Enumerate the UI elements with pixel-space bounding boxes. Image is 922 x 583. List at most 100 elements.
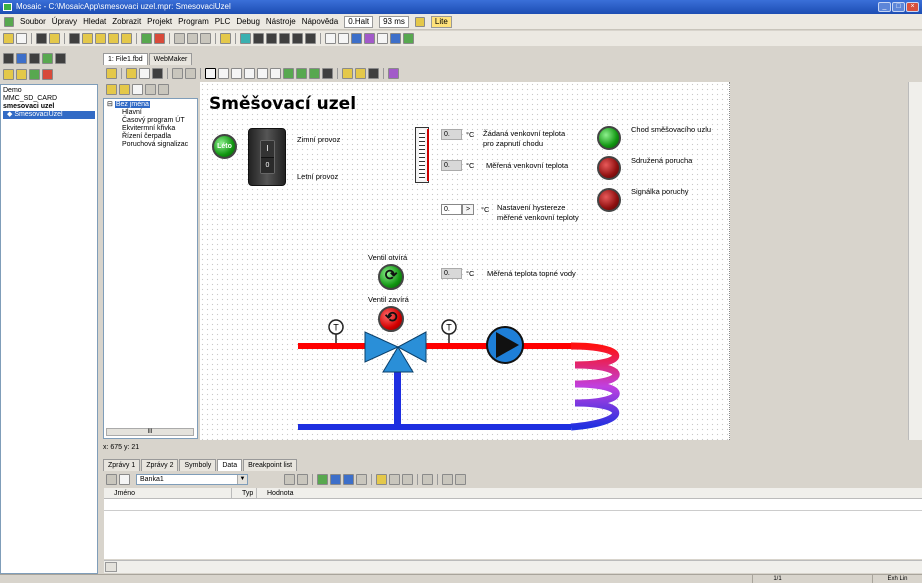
panel-icon-1[interactable]: [253, 33, 264, 44]
menu-projekt[interactable]: Projekt: [147, 17, 172, 26]
data-add-var-icon[interactable]: [330, 474, 341, 485]
open-icon[interactable]: [3, 33, 14, 44]
wm-zoom-icon[interactable]: [139, 68, 150, 79]
transfer-icon[interactable]: [121, 33, 132, 44]
step-over-icon[interactable]: [187, 33, 198, 44]
proj-icon-1[interactable]: [3, 53, 14, 64]
menu-debug[interactable]: Debug: [236, 17, 260, 26]
data-add-icon[interactable]: [317, 474, 328, 485]
data-grid-hscroll[interactable]: [104, 560, 922, 573]
align-icon[interactable]: [342, 68, 353, 79]
page-tree-root[interactable]: ⊟ Bez jména: [107, 101, 194, 109]
undo-icon[interactable]: [172, 68, 183, 79]
menu-upravy[interactable]: Úpravy: [52, 17, 77, 26]
page-copy-icon[interactable]: [132, 84, 143, 95]
panel-icon-4[interactable]: [292, 33, 303, 44]
webmaker-canvas[interactable]: Směšovací uzel Léto I 0 Zimní provoz Let…: [200, 82, 730, 440]
lamp-tool-icon[interactable]: [283, 68, 294, 79]
graph-icon[interactable]: [403, 33, 414, 44]
switch-tool-icon[interactable]: [309, 68, 320, 79]
data-add-list-icon[interactable]: [343, 474, 354, 485]
panel-icon-3[interactable]: [279, 33, 290, 44]
page-add-icon[interactable]: [106, 84, 117, 95]
project-icon[interactable]: [69, 33, 80, 44]
info-icon[interactable]: [388, 68, 399, 79]
data-copy-icon[interactable]: [356, 474, 367, 485]
upload-icon[interactable]: [95, 33, 106, 44]
menu-plc[interactable]: PLC: [215, 17, 231, 26]
data-up-icon[interactable]: [284, 474, 295, 485]
proj-icon-2[interactable]: [16, 53, 27, 64]
gauge-tool-icon[interactable]: [322, 68, 333, 79]
tab-webmaker[interactable]: WebMaker: [148, 53, 193, 65]
col-hodnota[interactable]: Hodnota: [257, 488, 922, 498]
page-item-hlavni[interactable]: Hlavní: [107, 109, 194, 117]
proj-icon-4[interactable]: [42, 53, 53, 64]
data-sort-icon[interactable]: [402, 474, 413, 485]
menu-nastroje[interactable]: Nástroje: [266, 17, 296, 26]
data-down-icon[interactable]: [297, 474, 308, 485]
stop-icon[interactable]: [154, 33, 165, 44]
step-icon[interactable]: [174, 33, 185, 44]
tab-file1[interactable]: 1: File1.fbd: [103, 53, 148, 65]
proj-delete-icon[interactable]: [42, 69, 53, 80]
col-jmeno[interactable]: Jméno: [104, 488, 232, 498]
tab-data[interactable]: Data: [217, 459, 243, 471]
redo-icon[interactable]: [185, 68, 196, 79]
tab-breakpoints[interactable]: Breakpoint list: [243, 459, 298, 471]
page-item-poruchy[interactable]: Poruchová signalizac: [107, 141, 194, 149]
tab-zpravy-2[interactable]: Zprávy 2: [141, 459, 179, 471]
field-tool-icon[interactable]: [231, 68, 242, 79]
page-item-cerpadlo[interactable]: Řízení čerpadla: [107, 133, 194, 141]
col-typ[interactable]: Typ: [232, 488, 257, 498]
proj-icon-3[interactable]: [29, 53, 40, 64]
data-link-icon[interactable]: [376, 474, 387, 485]
hscroll-left-button[interactable]: [105, 562, 117, 572]
page-up-icon[interactable]: [145, 84, 156, 95]
panel-icon-5[interactable]: [305, 33, 316, 44]
proj-icon-5[interactable]: [55, 53, 66, 64]
calc-icon[interactable]: [351, 33, 362, 44]
run-icon[interactable]: [141, 33, 152, 44]
bank-select[interactable]: Banka1 ▼: [136, 474, 248, 485]
canvas-vscroll[interactable]: [908, 82, 922, 440]
live-badge[interactable]: Lite: [430, 15, 452, 28]
tab-symboly[interactable]: Symboly: [179, 459, 217, 471]
frame-tool-icon[interactable]: [257, 68, 268, 79]
page-tree-hscroll[interactable]: III: [106, 428, 194, 436]
page-down-icon[interactable]: [158, 84, 169, 95]
menu-zobrazit[interactable]: Zobrazit: [112, 17, 141, 26]
tree-item-project[interactable]: smesovaci uzel: [3, 103, 95, 111]
tree-item-selected[interactable]: ◆ SmesovaciUzel: [3, 111, 95, 119]
download-icon[interactable]: [108, 33, 119, 44]
text-tool-icon[interactable]: [218, 68, 229, 79]
step-out-icon[interactable]: [200, 33, 211, 44]
close-button[interactable]: ×: [906, 2, 919, 12]
page-item-casovy[interactable]: Časový program ÚT: [107, 117, 194, 125]
pencil-icon[interactable]: [220, 33, 231, 44]
data-export-icon[interactable]: [422, 474, 433, 485]
save-icon[interactable]: [16, 33, 27, 44]
data-checkbox[interactable]: [119, 474, 130, 485]
doc-icon[interactable]: [377, 33, 388, 44]
data-filter-icon[interactable]: [389, 474, 400, 485]
list-icon[interactable]: [390, 33, 401, 44]
folder-icon[interactable]: [82, 33, 93, 44]
rect-tool-icon[interactable]: [270, 68, 281, 79]
tree-item-demo[interactable]: Demo: [3, 87, 95, 95]
menu-soubor[interactable]: Soubor: [20, 17, 46, 26]
data-grid-icon[interactable]: [455, 474, 466, 485]
wm-pencil-icon[interactable]: [106, 68, 117, 79]
image-tool-icon[interactable]: [244, 68, 255, 79]
wm-open-icon[interactable]: [126, 68, 137, 79]
minimize-button[interactable]: _: [878, 2, 891, 12]
lock-icon[interactable]: [414, 16, 425, 27]
proj-edit-icon[interactable]: [16, 69, 27, 80]
window-icon[interactable]: [325, 33, 336, 44]
chart-icon[interactable]: [364, 33, 375, 44]
page-item-ekviterm[interactable]: Ekvitermní křivka: [107, 125, 194, 133]
menu-napoveda[interactable]: Nápověda: [302, 17, 338, 26]
data-grid-body[interactable]: [104, 499, 922, 559]
menu-program[interactable]: Program: [178, 17, 209, 26]
wm-save-icon[interactable]: [152, 68, 163, 79]
